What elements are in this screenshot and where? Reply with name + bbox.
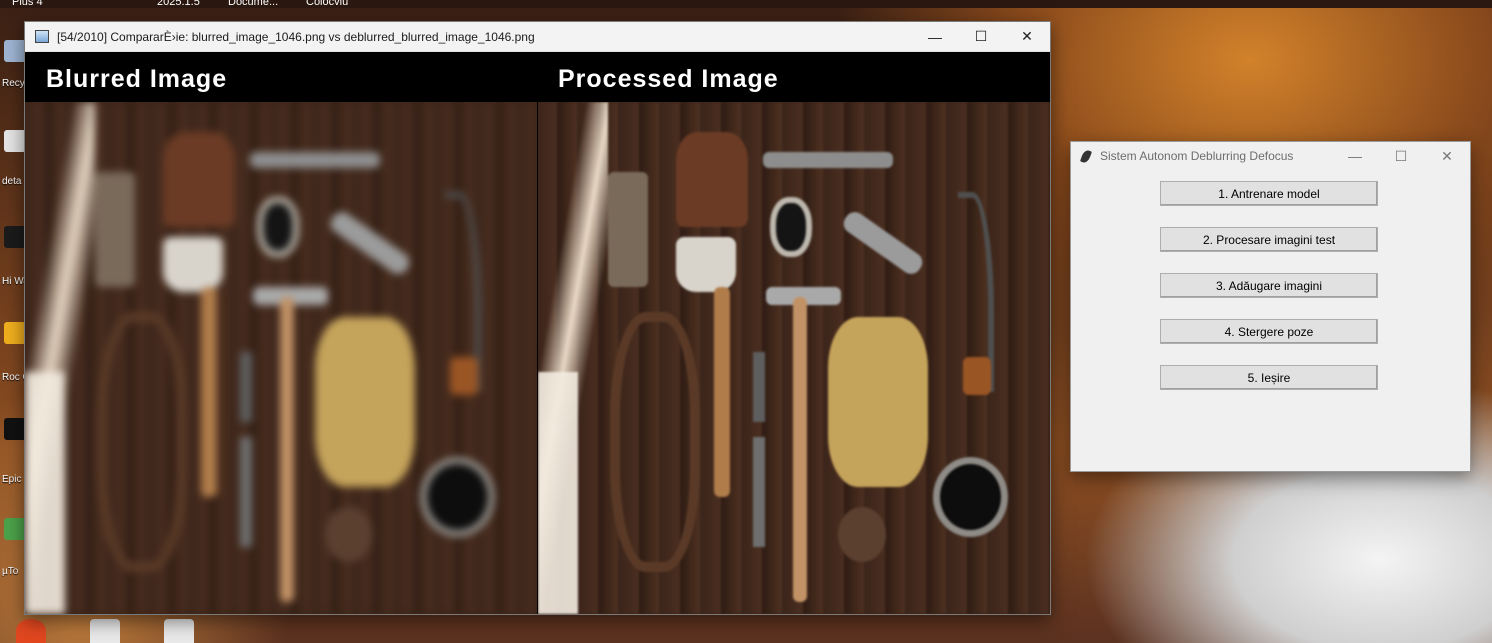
comparison-window: [54/2010] CompararÈ›ie: blurred_image_10… (24, 21, 1051, 615)
ea-app-icon[interactable] (16, 619, 46, 643)
processed-image (538, 102, 1050, 614)
feather-icon (1080, 148, 1092, 164)
epic-games-icon[interactable] (4, 418, 26, 440)
train-model-button[interactable]: 1. Antrenare model (1160, 181, 1378, 206)
deblurring-app-window: Sistem Autonom Deblurring Defocus — ☐ ✕ … (1070, 141, 1471, 472)
app-window-icon (35, 30, 49, 43)
blurred-image (25, 102, 537, 614)
window-title: [54/2010] CompararÈ›ie: blurred_image_10… (57, 29, 535, 44)
close-button[interactable]: ✕ (1004, 22, 1050, 51)
desktop-label: Docume... (228, 0, 279, 8)
desktop-label: 2025.1.5 (157, 0, 200, 8)
maximize-button[interactable]: ☐ (1378, 142, 1424, 170)
file-icon[interactable] (164, 619, 194, 643)
exit-button[interactable]: 5. Ieșire (1160, 365, 1378, 390)
close-button[interactable]: ✕ (1424, 142, 1470, 170)
process-test-images-button[interactable]: 2. Procesare imagini test (1160, 227, 1378, 252)
document-icon[interactable] (4, 130, 26, 152)
desktop-top-strip: Plus 4 2025.1.5 Docume... Colocviu (0, 0, 1492, 8)
desktop-label: Plus 4 (12, 0, 43, 8)
minimize-button[interactable]: — (1332, 142, 1378, 170)
maximize-button[interactable]: ☐ (958, 22, 1004, 51)
comparison-titlebar[interactable]: [54/2010] CompararÈ›ie: blurred_image_10… (25, 22, 1050, 52)
delete-photos-button[interactable]: 4. Stergere poze (1160, 319, 1378, 344)
app-titlebar[interactable]: Sistem Autonom Deblurring Defocus — ☐ ✕ (1071, 142, 1470, 170)
add-images-button[interactable]: 3. Adăugare imagini (1160, 273, 1378, 298)
game-icon[interactable] (4, 226, 26, 248)
minimize-button[interactable]: — (912, 22, 958, 51)
utorrent-icon[interactable] (4, 518, 26, 540)
processed-image-label: Processed Image (537, 52, 1050, 102)
recycle-bin-icon[interactable] (4, 40, 26, 62)
desktop-label: Colocviu (306, 0, 349, 8)
rockstar-launcher-icon[interactable] (4, 322, 26, 344)
file-icon[interactable] (90, 619, 120, 643)
blurred-image-label: Blurred Image (25, 52, 537, 102)
window-title: Sistem Autonom Deblurring Defocus (1100, 149, 1294, 163)
